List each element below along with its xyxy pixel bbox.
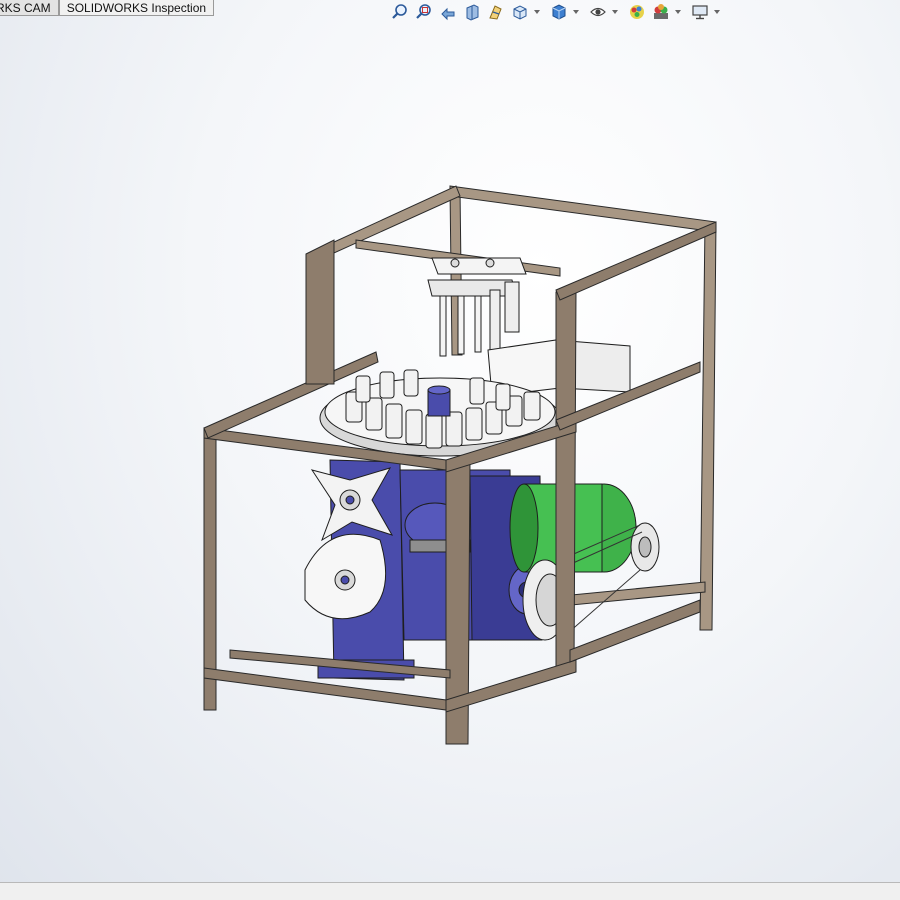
apply-scene-dropdown[interactable] (673, 1, 682, 23)
tab-solidworks-cam[interactable]: RKS CAM (0, 0, 59, 16)
view-orientation-button[interactable] (508, 1, 532, 23)
apply-scene-icon (654, 4, 668, 19)
display-style-dropdown[interactable] (571, 1, 580, 23)
chevron-down-icon (572, 10, 579, 14)
view-settings-button[interactable] (688, 1, 712, 23)
view-settings-icon (692, 5, 708, 20)
status-bar (0, 882, 900, 900)
section-view-button[interactable] (460, 1, 484, 23)
chevron-down-icon (611, 10, 618, 14)
chevron-down-icon (533, 10, 540, 14)
display-style-button[interactable] (547, 1, 571, 23)
section-view-icon (466, 4, 479, 21)
previous-view-icon (441, 7, 455, 21)
hide-show-items-button[interactable] (586, 1, 610, 23)
hide-show-items-icon (590, 7, 606, 17)
edit-appearance-button[interactable] (625, 1, 649, 23)
dynamic-annotation-views-icon (489, 5, 502, 20)
tab-solidworks-inspection[interactable]: SOLIDWORKS Inspection (58, 0, 215, 16)
dynamic-annotation-views-button[interactable] (484, 1, 508, 23)
view-orientation-dropdown[interactable] (532, 1, 541, 23)
command-manager-tabs: RKS CAM SOLIDWORKS Inspection (0, 0, 215, 17)
view-orientation-icon (513, 5, 527, 20)
zoom-to-area-icon (416, 4, 431, 19)
graphics-area[interactable] (0, 24, 900, 882)
heads-up-view-toolbar (388, 0, 721, 24)
hide-show-items-dropdown[interactable] (610, 1, 619, 23)
view-settings-dropdown[interactable] (712, 1, 721, 23)
edit-appearance-icon (630, 5, 644, 19)
display-style-icon (552, 4, 566, 20)
zoom-to-fit-icon (392, 4, 407, 19)
previous-view-button[interactable] (436, 1, 460, 23)
apply-scene-button[interactable] (649, 1, 673, 23)
zoom-to-fit-button[interactable] (388, 1, 412, 23)
chevron-down-icon (674, 10, 681, 14)
chevron-down-icon (713, 10, 720, 14)
zoom-to-area-button[interactable] (412, 1, 436, 23)
machine-assembly-model (203, 185, 717, 745)
motor-assembly (509, 483, 660, 641)
